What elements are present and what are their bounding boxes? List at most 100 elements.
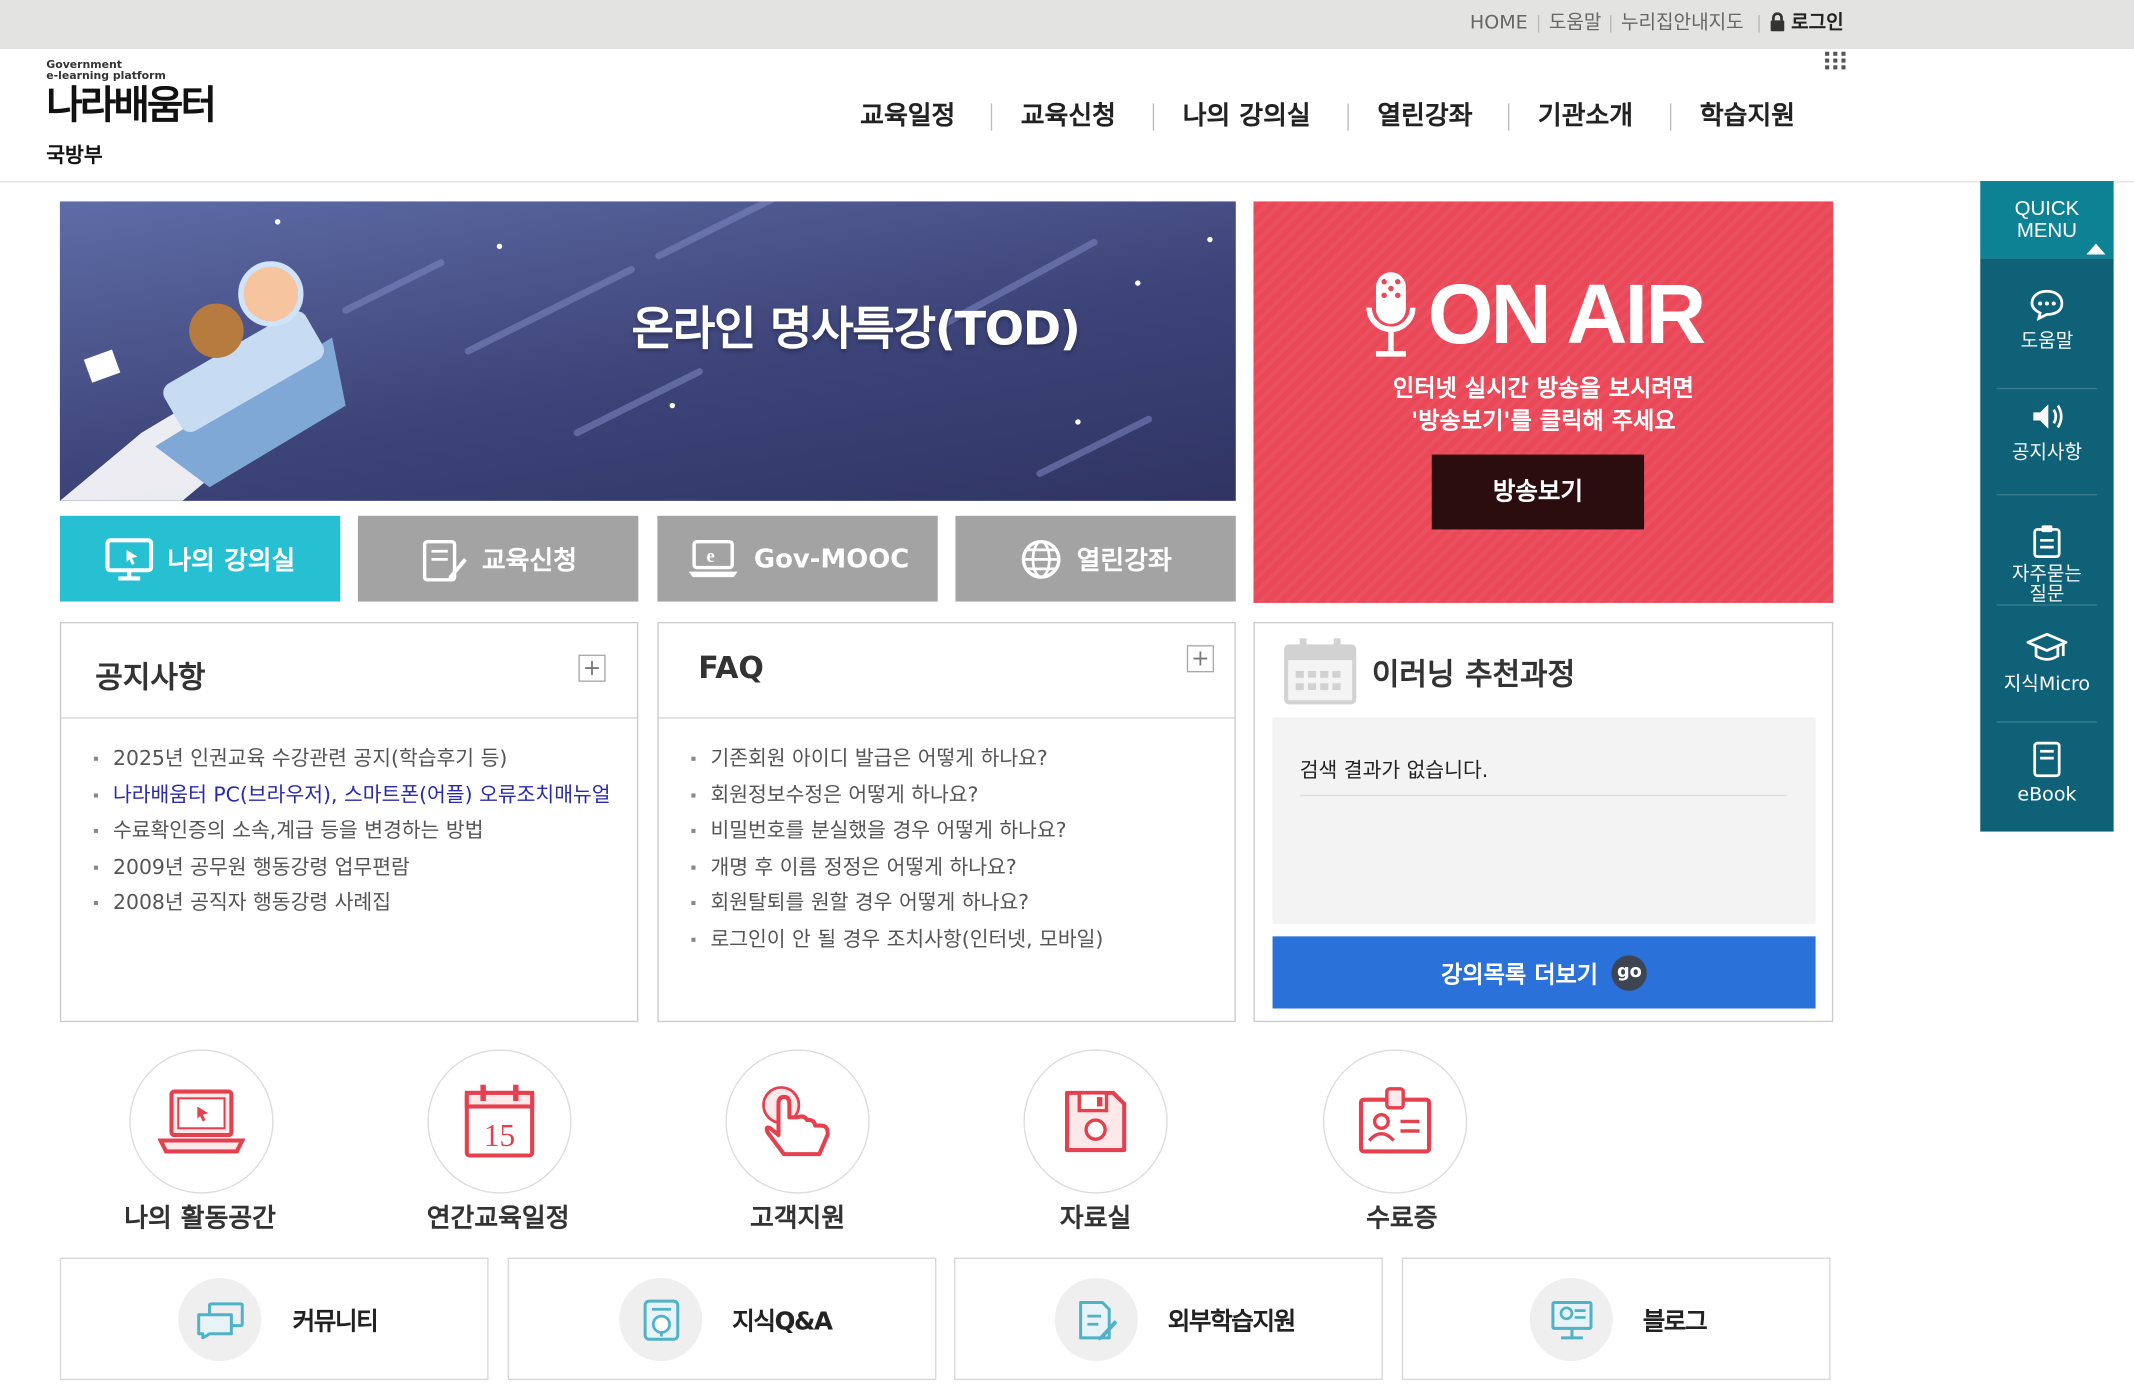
my-activity-link[interactable]	[129, 1049, 274, 1194]
quick-faq-label: 자주묻는 질문	[2011, 563, 2083, 606]
faq-item[interactable]: 회원정보수정은 어떻게 하나요?	[689, 776, 1209, 812]
faq-item[interactable]: 로그인이 안 될 경우 조치사항(인터넷, 모바일)	[689, 921, 1209, 957]
knowledge-qa-label: 지식Q&A	[732, 1307, 833, 1337]
apply-course-button[interactable]: 교육신청	[357, 515, 639, 602]
faq-item[interactable]: 회원탈퇴를 원할 경우 어떻게 하나요?	[689, 885, 1209, 921]
notice-item[interactable]: 2009년 공무원 행동강령 업무편람	[91, 849, 611, 885]
divider	[1347, 103, 1349, 131]
gov-mooc-button[interactable]: e Gov-MOOC	[657, 515, 938, 602]
notice-more-button[interactable]: +	[578, 654, 606, 682]
site-logo[interactable]: Government e-learning platform 나라배움터	[46, 59, 217, 128]
certificate-link[interactable]	[1322, 1049, 1468, 1194]
my-classroom-button[interactable]: 나의 강의실	[59, 515, 341, 602]
divider	[1996, 494, 2098, 496]
org-name: 국방부	[46, 142, 103, 168]
open-lectures-label: 열린강좌	[1076, 545, 1172, 576]
chevron-up-icon	[2086, 243, 2106, 255]
gnb-about[interactable]: 기관소개	[1538, 95, 1633, 132]
faq-item[interactable]: 기존회원 아이디 발급은 어떻게 하나요?	[689, 740, 1209, 776]
knowledge-qa-link[interactable]: 지식Q&A	[507, 1257, 937, 1381]
faq-title: FAQ	[698, 651, 764, 686]
external-learning-icon-circle	[1054, 1277, 1138, 1361]
my-activity-label: 나의 활동공간	[124, 1203, 276, 1234]
faq-item[interactable]: 개명 후 이름 정정은 어떻게 하나요?	[689, 849, 1209, 885]
divider	[1610, 14, 1612, 33]
help-link[interactable]: 도움말	[1549, 0, 1602, 49]
clipboard-icon	[2033, 525, 2061, 559]
on-air-description: 인터넷 실시간 방송을 보시려면 '방송보기'를 클릭해 주세요	[1253, 373, 1833, 438]
monitor-icon	[105, 537, 154, 580]
chat-icon	[196, 1301, 244, 1339]
speech-bubble-icon	[2030, 289, 2064, 322]
recommend-list: 검색 결과가 없습니다.	[1272, 717, 1816, 925]
divider	[1669, 103, 1672, 131]
quick-menu-header[interactable]: QUICK MENU	[1980, 181, 2114, 259]
customer-support-link[interactable]	[725, 1049, 870, 1194]
laptop-icon	[157, 1089, 245, 1154]
faq-more-button[interactable]: +	[1186, 645, 1215, 673]
quick-micro[interactable]: 지식Micro	[1980, 632, 2113, 697]
on-air-line-1: 인터넷 실시간 방송을 보시려면	[1392, 375, 1694, 403]
open-lectures-button[interactable]: 열린강좌	[955, 515, 1236, 602]
divider	[990, 103, 993, 131]
globe-icon	[1021, 539, 1061, 579]
quick-menu-title: MENU	[2016, 219, 2077, 243]
gnb-support[interactable]: 학습지원	[1700, 95, 1795, 132]
customer-support-label: 고객지원	[749, 1203, 846, 1234]
calendar-icon: 15	[464, 1084, 535, 1158]
sitemap-link[interactable]: 누리집안내지도	[1621, 0, 1744, 49]
ebook-icon	[2033, 741, 2061, 778]
recommend-panel: 이러닝 추천과정 검색 결과가 없습니다. 강의목록 더보기 go	[1253, 621, 1834, 1023]
calendar-day: 15	[484, 1118, 515, 1153]
divider	[658, 717, 1235, 719]
tod-title: 온라인 명사특강(TOD)	[631, 302, 1081, 357]
microphone-icon	[1366, 272, 1416, 357]
quick-faq[interactable]: 자주묻는 질문	[1980, 504, 2113, 626]
notice-item[interactable]: 나라배움터 PC(브라우저), 스마트폰(어플) 오류조치매뉴얼	[91, 776, 611, 812]
quick-help[interactable]: 도움말	[1980, 289, 2113, 354]
all-menu-icon[interactable]	[1824, 50, 1848, 77]
knowledge-qa-icon-circle	[619, 1277, 703, 1361]
gnb-my-classroom[interactable]: 나의 강의실	[1183, 95, 1311, 132]
gov-mooc-label: Gov-MOOC	[753, 543, 910, 574]
divider	[1996, 604, 2098, 606]
notice-title: 공지사항	[95, 661, 206, 696]
quick-micro-label: 지식Micro	[2003, 673, 2091, 696]
graduation-cap-icon	[2026, 632, 2068, 661]
notice-item[interactable]: 수료확인증의 소속,계급 등을 변경하는 방법	[91, 813, 611, 849]
floppy-disk-icon	[1064, 1090, 1127, 1153]
gnb-open-lectures[interactable]: 열린강좌	[1377, 95, 1472, 132]
quick-menu: 도움말 공지사항 자주묻는 질문 지식Micro eBook	[1980, 258, 2114, 832]
community-link[interactable]: 커뮤니티	[59, 1257, 489, 1381]
login-link[interactable]: 로그인	[1791, 0, 1844, 49]
document-pen-icon	[1078, 1300, 1117, 1340]
community-label: 커뮤니티	[292, 1307, 379, 1337]
archive-link[interactable]	[1023, 1049, 1168, 1194]
divider	[1507, 103, 1510, 131]
notice-panel: 공지사항 + 2025년 인권교육 수강관련 공지(학습후기 등) 나라배움터 …	[59, 621, 639, 1023]
faq-item[interactable]: 비밀번호를 분실했을 경우 어떻게 하나요?	[689, 813, 1209, 849]
quick-ebook-label: eBook	[2017, 783, 2077, 806]
quick-ebook[interactable]: eBook	[1980, 740, 2113, 806]
external-learning-link[interactable]: 외부학습지원	[954, 1257, 1383, 1381]
on-air-title: ON AIR	[1427, 268, 1707, 363]
blog-link[interactable]: 블로그	[1401, 1257, 1831, 1381]
more-courses-label: 강의목록 더보기	[1441, 962, 1599, 990]
home-link[interactable]: HOME	[1470, 0, 1528, 49]
edit-document-icon	[422, 539, 467, 581]
quick-notice[interactable]: 공지사항	[1980, 400, 2113, 465]
recommend-title: 이러닝 추천과정	[1371, 658, 1576, 693]
gnb-schedule[interactable]: 교육일정	[860, 95, 955, 132]
gnb-apply[interactable]: 교육신청	[1021, 95, 1116, 132]
on-air-line-2: '방송보기'를 클릭해 주세요	[1411, 408, 1676, 436]
watch-broadcast-button[interactable]: 방송보기	[1431, 454, 1645, 530]
tod-banner[interactable]: 온라인 명사특강(TOD)	[59, 201, 1236, 501]
archive-label: 자료실	[1059, 1203, 1132, 1234]
more-courses-button[interactable]: 강의목록 더보기 go	[1272, 936, 1816, 1009]
divider	[1996, 387, 2098, 390]
empty-message: 검색 결과가 없습니다.	[1299, 755, 1787, 797]
notice-item[interactable]: 2025년 인권교육 수강관련 공지(학습후기 등)	[91, 740, 611, 776]
notice-item[interactable]: 2008년 공직자 행동강령 사례집	[91, 885, 611, 921]
my-classroom-label: 나의 강의실	[167, 545, 296, 576]
annual-schedule-link[interactable]: 15	[427, 1049, 572, 1194]
